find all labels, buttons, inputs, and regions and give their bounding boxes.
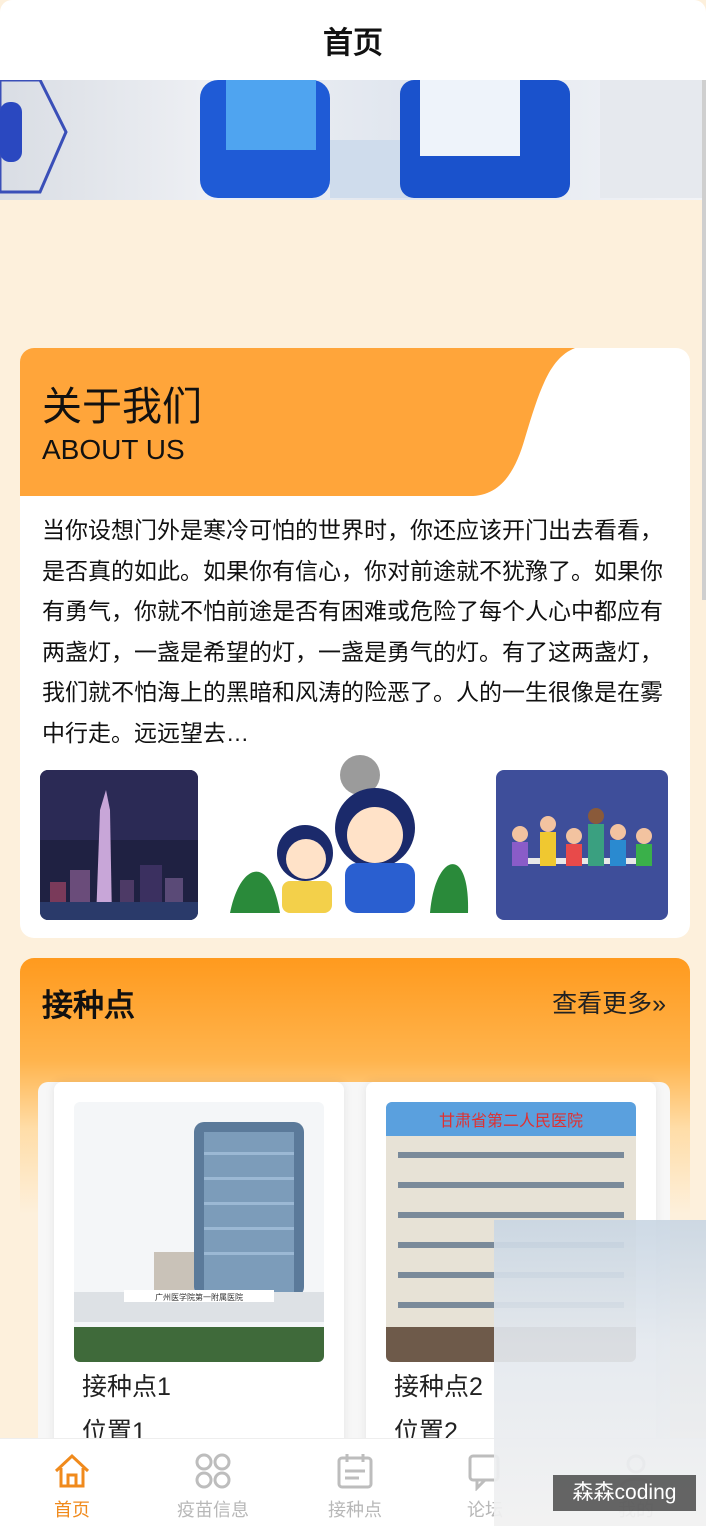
tab-vaccine-info[interactable]: 疫苗信息 xyxy=(143,1439,283,1526)
about-description: 当你设想门外是寒冷可怕的世界时，你还应该开门出去看看，是否真的如此。如果你有信心… xyxy=(42,517,663,746)
home-icon xyxy=(54,1453,90,1488)
scrollbar[interactable] xyxy=(702,80,706,600)
team-photo xyxy=(496,770,668,920)
page-title: 首页 xyxy=(323,27,383,60)
hospital-sign: 甘肃省第二人民医院 xyxy=(439,1112,583,1130)
about-us-card: 关于我们 ABOUT US 当你设想门外是寒冷可怕的世界时，你还应该开门出去看看… xyxy=(20,348,690,938)
city-photo xyxy=(40,770,198,920)
site-name: 接种点2 xyxy=(394,1373,483,1401)
tab-home[interactable]: 首页 xyxy=(2,1439,142,1526)
tab-label: 疫苗信息 xyxy=(177,1500,249,1520)
banner-image xyxy=(0,80,706,198)
tab-vaccination-sites[interactable]: 接种点 xyxy=(285,1439,425,1526)
top-nav-bar: 首页 xyxy=(0,0,706,80)
section-title: 接种点 xyxy=(42,988,135,1023)
calendar-icon xyxy=(337,1454,373,1489)
site-name: 接种点1 xyxy=(82,1373,171,1401)
tab-label: 接种点 xyxy=(328,1500,382,1520)
about-subtitle: ABOUT US xyxy=(42,434,185,465)
watermark: 森森coding xyxy=(553,1475,696,1511)
tab-label: 首页 xyxy=(54,1500,90,1520)
illustration-image xyxy=(220,753,480,923)
banner-carousel[interactable] xyxy=(0,80,706,200)
grid-icon xyxy=(195,1453,231,1489)
site-photo: 广州医学院第一附属医院 xyxy=(74,1102,324,1362)
hospital-sign: 广州医学院第一附属医院 xyxy=(155,1292,243,1302)
view-more-link[interactable]: 查看更多» xyxy=(552,984,666,1020)
about-title: 关于我们 xyxy=(42,385,202,429)
